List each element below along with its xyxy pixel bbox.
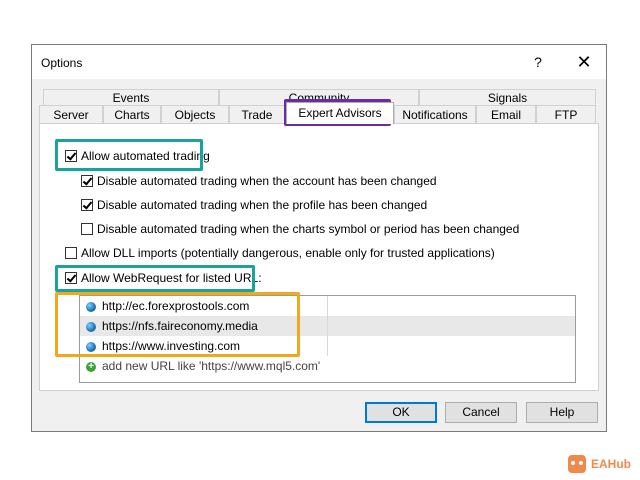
allow-dll-imports-label: Allow DLL imports (potentially dangerous… bbox=[81, 246, 495, 260]
tab-events[interactable]: Events bbox=[43, 89, 219, 105]
highlight-url-list bbox=[55, 292, 300, 357]
eahub-logo-text: EAHub bbox=[591, 457, 631, 471]
allow-dll-imports-checkbox[interactable] bbox=[65, 247, 77, 259]
tab-label: Expert Advisors bbox=[298, 106, 382, 120]
highlight-allow-webrequest bbox=[55, 265, 255, 292]
tab-signals[interactable]: Signals bbox=[419, 89, 596, 105]
tab-server[interactable]: Server bbox=[39, 105, 103, 123]
eahub-watermark: EAHub bbox=[568, 455, 631, 473]
tab-notifications[interactable]: Notifications bbox=[394, 105, 476, 123]
disable-on-profile-change-checkbox[interactable] bbox=[81, 199, 93, 211]
disable-on-account-change-checkbox[interactable] bbox=[81, 175, 93, 187]
tab-ftp[interactable]: FTP bbox=[536, 105, 596, 123]
tab-label: Server bbox=[53, 108, 89, 122]
ok-button[interactable]: OK bbox=[365, 402, 437, 423]
help-button[interactable]: Help bbox=[526, 402, 598, 423]
tab-label: Signals bbox=[487, 91, 528, 105]
disable-on-symbol-change-checkbox[interactable] bbox=[81, 223, 93, 235]
tab-email[interactable]: Email bbox=[476, 105, 536, 123]
tab-expert-advisors[interactable]: Expert Advisors bbox=[286, 102, 394, 124]
eahub-logo-icon bbox=[568, 455, 586, 473]
tab-charts[interactable]: Charts bbox=[103, 105, 161, 123]
tab-label: Trade bbox=[241, 108, 273, 122]
cancel-button[interactable]: Cancel bbox=[445, 402, 517, 423]
highlight-allow-automated-trading bbox=[55, 139, 203, 171]
disable-on-symbol-change-label: Disable automated trading when the chart… bbox=[97, 222, 520, 236]
add-url-hint: add new URL like 'https://www.mql5.com' bbox=[102, 359, 321, 373]
tab-objects[interactable]: Objects bbox=[161, 105, 229, 123]
tab-label: FTP bbox=[554, 108, 578, 122]
disable-on-account-change-label: Disable automated trading when the accou… bbox=[97, 174, 437, 188]
tab-label: Notifications bbox=[402, 108, 468, 122]
add-icon: + bbox=[86, 362, 96, 372]
title-bar: Options ? ✕ bbox=[32, 45, 606, 79]
tab-label: Objects bbox=[174, 108, 216, 122]
add-url-row[interactable]: + add new URL like 'https://www.mql5.com… bbox=[80, 357, 575, 377]
help-question-icon[interactable]: ? bbox=[529, 53, 547, 71]
tab-label: Charts bbox=[114, 108, 150, 122]
tab-trade[interactable]: Trade bbox=[229, 105, 285, 123]
column-divider bbox=[327, 296, 328, 356]
close-icon[interactable]: ✕ bbox=[573, 51, 595, 73]
tab-label: Email bbox=[490, 108, 521, 122]
tab-label: Events bbox=[112, 91, 150, 105]
disable-on-profile-change-label: Disable automated trading when the profi… bbox=[97, 198, 428, 212]
window-title: Options bbox=[41, 56, 83, 70]
